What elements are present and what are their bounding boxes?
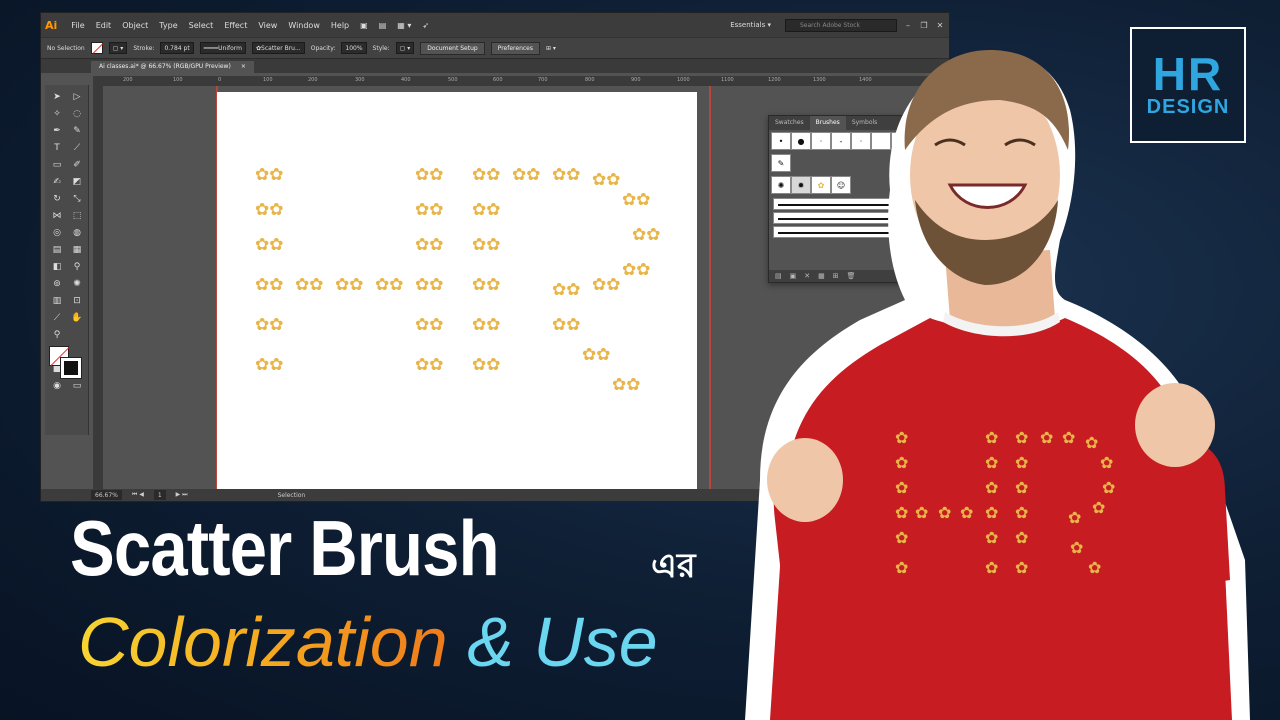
title-word-use: Use xyxy=(533,603,658,681)
sweater-flower: ✿ xyxy=(1015,453,1029,472)
sweater-flower: ✿ xyxy=(895,558,909,577)
sweater-flower: ✿ xyxy=(938,503,952,522)
sweater-flower: ✿ xyxy=(1015,478,1029,497)
title-ampersand: & xyxy=(467,603,514,681)
sweater-flower: ✿ xyxy=(1100,453,1114,472)
right-fist xyxy=(1135,383,1215,467)
sweater-flower: ✿ xyxy=(985,453,999,472)
sweater-flower: ✿ xyxy=(1015,503,1029,522)
title-bengali-suffix: এর xyxy=(651,546,696,586)
title-scatter-brush: Scatter Brush xyxy=(70,504,500,592)
sweater-flower: ✿ xyxy=(1092,498,1106,517)
left-fist xyxy=(767,438,843,522)
sweater-flower: ✿ xyxy=(985,528,999,547)
sweater-flower: ✿ xyxy=(895,528,909,547)
sweater-flower: ✿ xyxy=(960,503,974,522)
sweater-flower: ✿ xyxy=(895,453,909,472)
sweater-flower: ✿ xyxy=(985,428,999,447)
sweater-flower: ✿ xyxy=(1070,538,1084,557)
sweater-flower: ✿ xyxy=(1085,433,1099,452)
sweater-flower: ✿ xyxy=(985,558,999,577)
sweater-flower: ✿ xyxy=(1040,428,1054,447)
sweater-flower: ✿ xyxy=(1102,478,1116,497)
sweater-flower: ✿ xyxy=(895,478,909,497)
sweater-flower: ✿ xyxy=(1015,428,1029,447)
sweater-flower: ✿ xyxy=(1088,558,1102,577)
thumbnail: Ai File Edit Object Type Select Effect V… xyxy=(0,0,1280,720)
sweater-flower: ✿ xyxy=(895,503,909,522)
title-word-colorization: Colorization xyxy=(78,603,448,681)
sweater-flower: ✿ xyxy=(985,478,999,497)
sweater-flower: ✿ xyxy=(1015,558,1029,577)
sweater-flower: ✿ xyxy=(1068,508,1082,527)
sweater-flower: ✿ xyxy=(985,503,999,522)
sweater-flower: ✿ xyxy=(1062,428,1076,447)
title-colorization-use: Colorization & Use xyxy=(78,602,658,682)
sweater-flower: ✿ xyxy=(895,428,909,447)
sweater-flower: ✿ xyxy=(915,503,929,522)
sweater-flower: ✿ xyxy=(1015,528,1029,547)
